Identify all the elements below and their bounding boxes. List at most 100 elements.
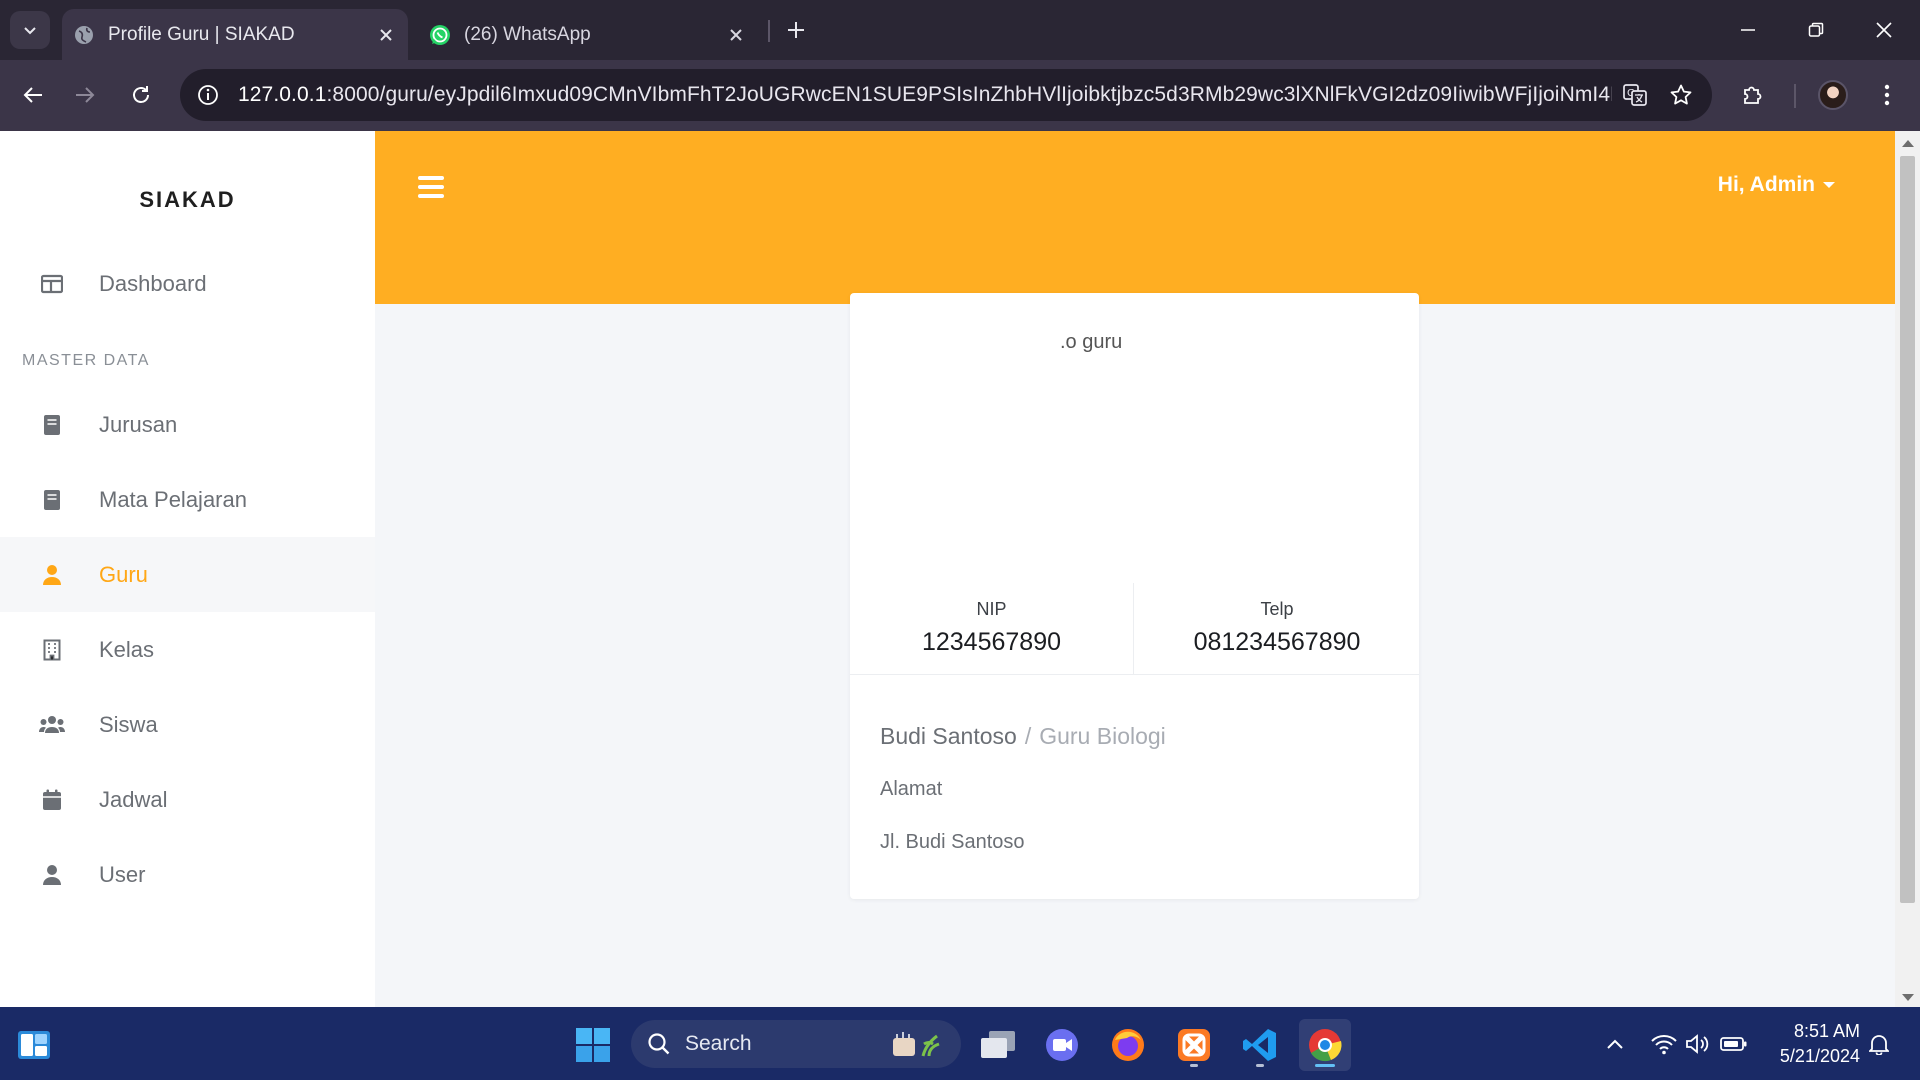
bell-icon bbox=[1869, 1034, 1889, 1055]
puzzle-icon bbox=[1744, 86, 1762, 104]
tab-close-button[interactable] bbox=[372, 21, 400, 49]
taskbar-app-meet[interactable] bbox=[1036, 1019, 1088, 1071]
calendar-icon bbox=[27, 789, 77, 811]
tab-close-button[interactable] bbox=[722, 21, 750, 49]
windows-logo-icon bbox=[576, 1028, 610, 1062]
star-icon bbox=[1670, 84, 1692, 105]
taskbar-app-chrome[interactable] bbox=[1299, 1019, 1351, 1071]
browser-tab-bar: Profile Guru | SIAKAD (26) WhatsApp bbox=[0, 0, 1920, 60]
browser-menu-button[interactable] bbox=[1866, 74, 1908, 116]
user-greeting: Hi, Admin bbox=[1717, 173, 1815, 196]
forward-button[interactable] bbox=[64, 74, 106, 116]
top-navbar: Hi, Admin bbox=[375, 131, 1895, 304]
tab-separator bbox=[768, 20, 770, 42]
close-icon bbox=[380, 28, 392, 41]
scroll-up-arrow[interactable] bbox=[1902, 140, 1914, 147]
sidebar-item-siswa[interactable]: Siswa bbox=[0, 687, 375, 762]
plus-icon bbox=[788, 22, 804, 38]
chevron-up-icon bbox=[1607, 1039, 1623, 1049]
teacher-name: Budi Santoso bbox=[880, 723, 1017, 749]
scrollbar-thumb[interactable] bbox=[1900, 156, 1915, 903]
vscode-icon bbox=[1243, 1029, 1276, 1061]
stat-label: Telp bbox=[1260, 599, 1294, 619]
notifications-button[interactable] bbox=[1864, 1007, 1894, 1080]
close-icon bbox=[730, 28, 742, 41]
wifi-button[interactable] bbox=[1648, 1007, 1680, 1080]
os-taskbar: Search 8:51 AM 5/21/2024 bbox=[0, 1007, 1920, 1080]
minimize-icon bbox=[1741, 29, 1755, 31]
volume-button[interactable] bbox=[1682, 1007, 1714, 1080]
chevron-down-icon bbox=[24, 27, 36, 35]
stat-value: 1234567890 bbox=[921, 628, 1062, 656]
taskbar-app-xampp[interactable] bbox=[1168, 1019, 1220, 1071]
extensions-button[interactable] bbox=[1732, 74, 1774, 116]
sidebar-item-jadwal[interactable]: Jadwal bbox=[0, 762, 375, 837]
scroll-down-arrow[interactable] bbox=[1902, 994, 1914, 1001]
battery-button[interactable] bbox=[1718, 1007, 1750, 1080]
url-path: :8000/guru/eyJpdil6Imxud09CMnVIbmFhT2JoU… bbox=[326, 83, 1612, 106]
site-info-button[interactable] bbox=[186, 73, 230, 117]
back-button[interactable] bbox=[12, 74, 54, 116]
sidebar-item-mata-pelajaran[interactable]: Mata Pelajaran bbox=[0, 462, 375, 537]
building-icon bbox=[27, 639, 77, 661]
tab-search-button[interactable] bbox=[10, 11, 50, 49]
avatar bbox=[1818, 80, 1848, 110]
stat-value: 081234567890 bbox=[1193, 628, 1361, 656]
translate-button[interactable]: G bbox=[1612, 72, 1658, 118]
close-icon bbox=[1876, 22, 1892, 38]
caret-down-icon bbox=[1823, 182, 1835, 188]
sidebar-item-jurusan[interactable]: Jurusan bbox=[0, 387, 375, 462]
info-icon bbox=[198, 85, 218, 105]
name-breadcrumb: Budi Santoso / Guru Biologi bbox=[880, 723, 1400, 750]
profile-stats: NIP 1234567890 Telp 081234567890 bbox=[850, 583, 1419, 675]
name-separator: / bbox=[1024, 723, 1032, 749]
brand-title[interactable]: SIAKAD bbox=[0, 187, 375, 213]
sidebar-item-dashboard[interactable]: Dashboard bbox=[0, 246, 375, 321]
main-content: Hi, Admin .o guru NIP 1234567890 Telp 08… bbox=[375, 131, 1895, 1007]
hamburger-icon bbox=[418, 176, 444, 181]
toolbar-divider bbox=[1794, 84, 1796, 108]
taskbar-search[interactable]: Search bbox=[631, 1020, 961, 1068]
sidebar-item-label: Jadwal bbox=[99, 786, 168, 812]
tab-whatsapp[interactable]: (26) WhatsApp bbox=[418, 9, 758, 60]
arrow-left-icon bbox=[23, 87, 42, 103]
sidebar-item-label: Dashboard bbox=[99, 270, 207, 296]
start-button[interactable] bbox=[567, 1019, 619, 1071]
taskbar-app-firefox[interactable] bbox=[1102, 1019, 1154, 1071]
profile-card: .o guru NIP 1234567890 Telp 081234567890… bbox=[850, 293, 1419, 899]
sidebar-item-kelas[interactable]: Kelas bbox=[0, 612, 375, 687]
address-bar[interactable]: 127.0.0.1:8000/guru/eyJpdil6Imxud09CMnVI… bbox=[180, 69, 1712, 121]
page-scrollbar[interactable] bbox=[1895, 131, 1920, 1007]
tab-profile-guru[interactable]: Profile Guru | SIAKAD bbox=[62, 9, 408, 60]
show-hidden-icons-button[interactable] bbox=[1600, 1007, 1630, 1080]
stat-nip: NIP 1234567890 bbox=[850, 583, 1134, 675]
profile-button[interactable] bbox=[1812, 74, 1854, 116]
reload-icon bbox=[133, 86, 149, 103]
minimize-button[interactable] bbox=[1714, 0, 1782, 60]
taskbar-app-file-explorer[interactable] bbox=[972, 1019, 1024, 1071]
sidebar-item-label: Kelas bbox=[99, 636, 155, 662]
system-clock[interactable]: 8:51 AM 5/21/2024 bbox=[1764, 1019, 1860, 1069]
user-menu-dropdown[interactable]: Hi, Admin bbox=[1718, 173, 1835, 197]
sidebar-item-guru[interactable]: Guru bbox=[0, 537, 375, 612]
translate-icon: G bbox=[1623, 84, 1647, 106]
sidebar-item-label: Siswa bbox=[99, 711, 158, 737]
sidebar-section-heading: MASTER DATA bbox=[22, 352, 150, 369]
sidebar: SIAKAD Dashboard MASTER DATA Jurusan Mat… bbox=[0, 131, 375, 1007]
sidebar-item-label: Guru bbox=[99, 561, 148, 587]
taskbar-app-vscode[interactable] bbox=[1234, 1019, 1286, 1071]
address-label: Alamat bbox=[880, 778, 943, 800]
bookmark-button[interactable] bbox=[1658, 72, 1704, 118]
sidebar-toggle-button[interactable] bbox=[418, 171, 450, 203]
reload-button[interactable] bbox=[120, 74, 162, 116]
widgets-button[interactable] bbox=[8, 1019, 60, 1071]
new-tab-button[interactable] bbox=[780, 14, 812, 46]
close-window-button[interactable] bbox=[1850, 0, 1918, 60]
profile-info: Budi Santoso / Guru Biologi Alamat Jl. Bud… bbox=[880, 723, 1400, 854]
restore-button[interactable] bbox=[1782, 0, 1850, 60]
arrow-right-icon bbox=[76, 87, 95, 103]
url-text[interactable]: 127.0.0.1:8000/guru/eyJpdil6Imxud09CMnVI… bbox=[238, 83, 1612, 107]
globe-icon bbox=[72, 23, 96, 47]
volume-icon bbox=[1686, 1033, 1709, 1054]
sidebar-item-user[interactable]: User bbox=[0, 837, 375, 912]
